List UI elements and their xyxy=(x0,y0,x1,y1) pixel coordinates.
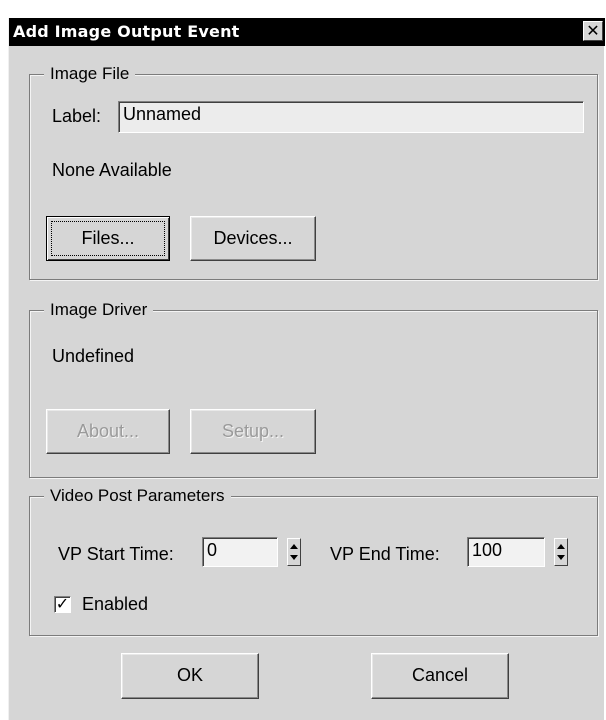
vp-end-time-spinner[interactable] xyxy=(554,538,568,566)
ok-button[interactable]: OK xyxy=(121,653,259,699)
close-icon: ✕ xyxy=(586,21,600,40)
title-bar[interactable]: Add Image Output Event ✕ xyxy=(9,18,605,46)
setup-button[interactable]: Setup... xyxy=(190,409,316,454)
close-button[interactable]: ✕ xyxy=(583,21,603,41)
image-file-status: None Available xyxy=(52,160,172,180)
label-input[interactable]: Unnamed xyxy=(118,101,584,133)
image-file-group: Image File Label: Unnamed None Available… xyxy=(29,64,598,280)
vp-start-time-spinner[interactable] xyxy=(287,538,301,566)
files-button-label: Files... xyxy=(81,228,135,248)
enabled-label: Enabled xyxy=(82,594,149,614)
image-driver-legend: Image Driver xyxy=(44,300,154,320)
setup-button-label: Setup... xyxy=(221,421,285,441)
files-button[interactable]: Files... xyxy=(46,216,170,261)
devices-button[interactable]: Devices... xyxy=(190,216,316,261)
about-button-label: About... xyxy=(76,421,140,441)
cancel-button-label: Cancel xyxy=(411,665,469,685)
vp-end-time-input[interactable]: 100 xyxy=(467,537,545,567)
video-post-parameters-group: Video Post Parameters VP Start Time: 0 V… xyxy=(29,486,598,636)
image-file-legend: Image File xyxy=(44,64,136,84)
spinner-down-icon xyxy=(290,555,298,560)
vp-end-time-caption: VP End Time: xyxy=(330,544,440,564)
image-driver-group: Image Driver Undefined About... Setup... xyxy=(29,300,598,478)
devices-button-label: Devices... xyxy=(213,228,293,248)
about-button[interactable]: About... xyxy=(46,409,170,454)
spinner-up-icon xyxy=(557,544,565,549)
vp-start-time-input[interactable]: 0 xyxy=(202,537,278,567)
spinner-down-icon xyxy=(557,555,565,560)
dialog-title: Add Image Output Event xyxy=(13,22,240,41)
video-post-legend: Video Post Parameters xyxy=(44,486,231,506)
vp-start-time-caption: VP Start Time: xyxy=(58,544,174,564)
ok-button-label: OK xyxy=(176,665,203,685)
label-caption: Label: xyxy=(52,106,102,126)
spinner-up-icon xyxy=(290,544,298,549)
cancel-button[interactable]: Cancel xyxy=(371,653,509,699)
add-image-output-event-dialog: Add Image Output Event ✕ Image File Labe… xyxy=(8,18,605,720)
enabled-checkbox[interactable]: ✓ xyxy=(54,596,71,613)
image-driver-status: Undefined xyxy=(52,346,135,366)
